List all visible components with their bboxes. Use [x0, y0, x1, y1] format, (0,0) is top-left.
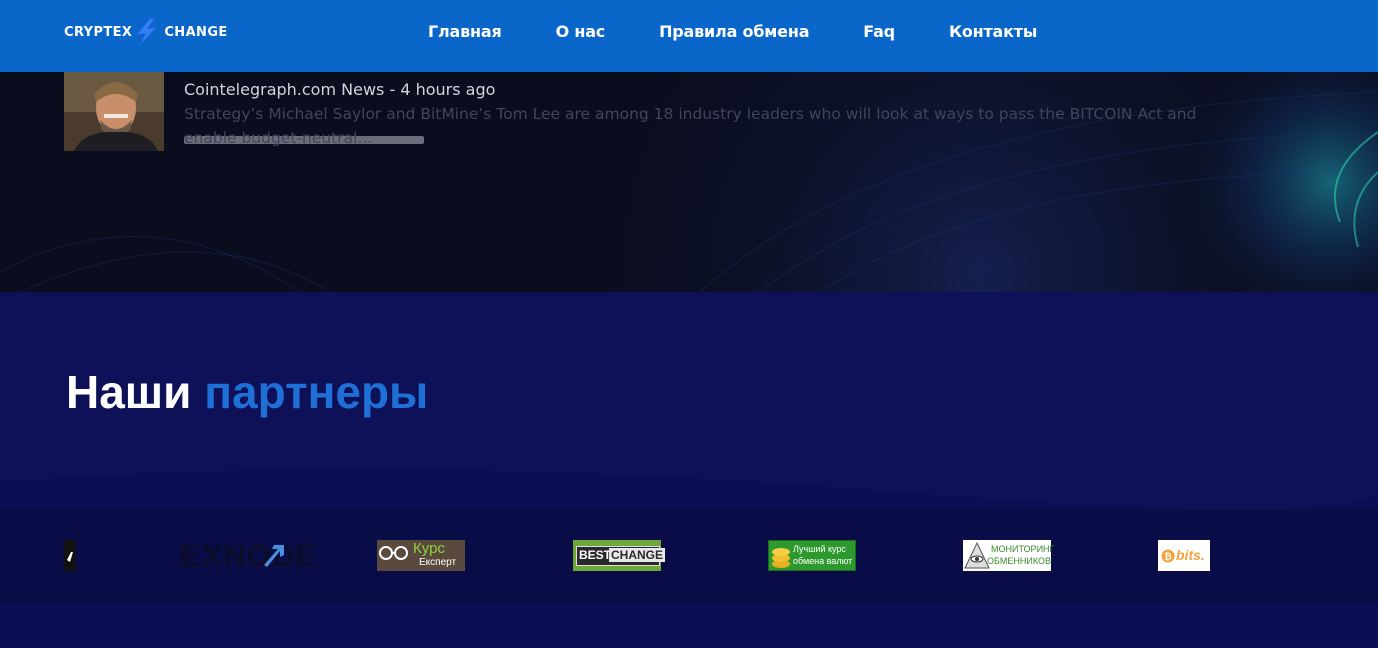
main-nav: Главная О нас Правила обмена Faq Контакт… [428, 0, 1091, 62]
logo-text-right: CHANGE [164, 24, 228, 40]
partners-title-white: Наши [66, 366, 192, 418]
monitoring-top: МОНИТОРИНГ [991, 544, 1055, 554]
partners-title: Наши партнеры [66, 365, 428, 419]
news-section: Cointelegraph.com News - 4 hours ago Str… [0, 72, 1378, 292]
glasses-icon [379, 546, 408, 560]
nav-home[interactable]: Главная [428, 22, 502, 41]
partner-logo-monitoring[interactable]: МОНИТОРИНГ ОБМЕННИКОВ [963, 540, 1055, 571]
logo-text-left: CRYPTEX [64, 24, 133, 40]
partner-logo-best-rate[interactable]: Лучший курс обмена валют [768, 540, 856, 571]
bestchange-change: CHANGE [609, 548, 666, 562]
kurs-expert-top: Курс [413, 540, 445, 557]
partner-logo-bestchange[interactable]: BEST CHANGE [573, 540, 666, 571]
partners-section: Наши партнеры EXNODE Курс Експерт BEST C… [0, 292, 1378, 648]
nav-about[interactable]: О нас [556, 22, 606, 41]
partners-title-accent: партнеры [204, 366, 429, 418]
site-header: CRYPTEX CHANGE Главная О нас Правила обм… [0, 0, 1378, 72]
nav-contacts[interactable]: Контакты [949, 22, 1037, 41]
kurs-expert-bottom: Експерт [419, 557, 457, 568]
best-rate-bottom: обмена валют [793, 556, 853, 566]
partner-logo-exnode[interactable]: EXNODE [180, 540, 342, 571]
best-rate-top: Лучший курс [793, 544, 846, 554]
partner-logo-kurs-expert[interactable]: Курс Експерт [377, 540, 465, 571]
bitcoin-icon: ₿ [1161, 549, 1175, 563]
exnode-text: EXNODE [180, 538, 317, 573]
exnode-arrow-icon [264, 545, 284, 567]
nav-rules[interactable]: Правила обмена [659, 22, 809, 41]
nav-faq[interactable]: Faq [863, 22, 895, 41]
partner-logo-clipped[interactable] [64, 540, 76, 571]
site-logo[interactable]: CRYPTEX CHANGE [64, 17, 228, 47]
news-source-time: Cointelegraph.com News - 4 hours ago [184, 80, 496, 99]
bestchange-best: BEST [579, 548, 612, 562]
bits-text: bits. [1176, 547, 1205, 563]
svg-text:₿: ₿ [1164, 552, 1171, 563]
monitoring-bottom: ОБМЕННИКОВ [987, 556, 1052, 566]
news-thumbnail[interactable] [64, 72, 164, 151]
logo-lightning-icon [128, 17, 168, 47]
news-excerpt[interactable]: Strategy’s Michael Saylor and BitMine’s … [184, 102, 1214, 150]
coins-icon [772, 548, 790, 568]
partner-logo-bits[interactable]: ₿ bits. [1158, 540, 1210, 571]
